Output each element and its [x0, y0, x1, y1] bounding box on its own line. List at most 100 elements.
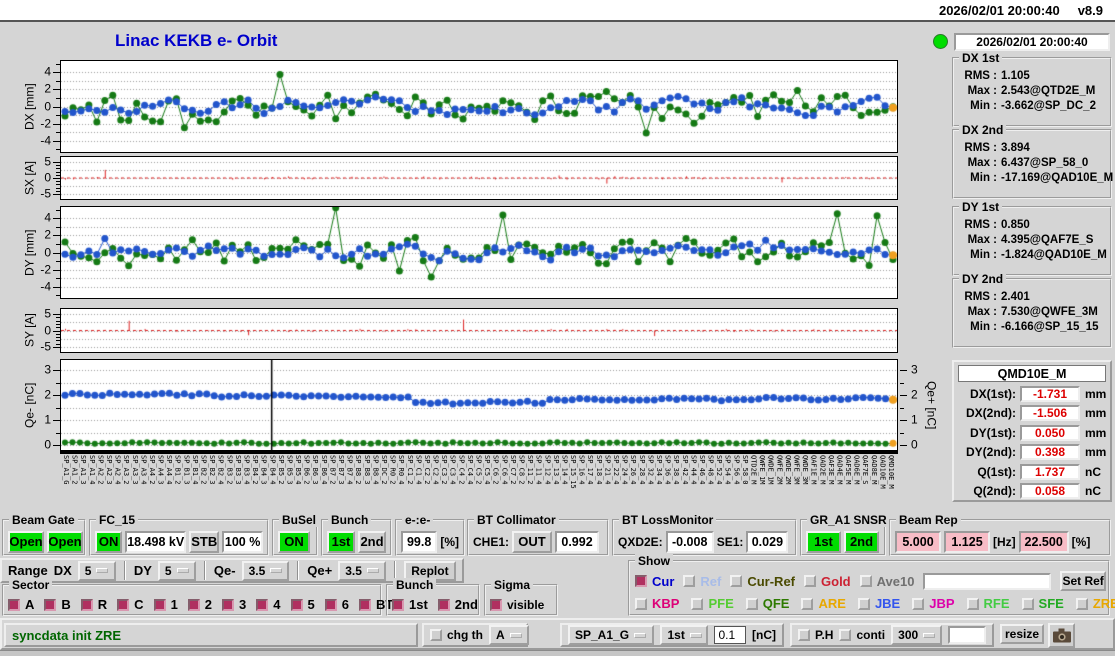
qe-y-axis: 3 2 1 0	[38, 360, 60, 452]
th-sector-select[interactable]: A	[489, 625, 529, 645]
sector-3-checkbox[interactable]: 3	[222, 597, 246, 612]
show-qfe-checkbox[interactable]: QFE	[745, 596, 789, 611]
show-gold-checkbox[interactable]: Gold	[804, 574, 851, 589]
sigma-visible-checkbox[interactable]: visible	[490, 598, 544, 612]
checkbox-conti	[839, 629, 852, 641]
range-dy-select[interactable]: 5	[157, 560, 196, 581]
stat-row-label: RMS :	[964, 142, 997, 154]
camera-snapshot-button[interactable]	[1048, 623, 1075, 648]
axis-tick-mark	[53, 286, 60, 288]
bunch-2nd-button[interactable]: 2nd	[358, 530, 386, 553]
show-ref-checkbox[interactable]: Ref	[683, 574, 721, 589]
show-jbe-checkbox[interactable]: JBE	[857, 596, 900, 611]
range-dx-select[interactable]: 5	[77, 560, 116, 581]
show-sfe-checkbox[interactable]: SFE	[1021, 596, 1064, 611]
1-label: 1	[170, 597, 178, 612]
checkbox-zre	[1075, 597, 1088, 610]
npoints-select[interactable]: 300	[891, 625, 943, 645]
beam-gate-open-button-2[interactable]: Open	[47, 530, 83, 553]
sector-a-checkbox[interactable]: A	[8, 597, 34, 612]
checkbox-kbp	[635, 597, 647, 610]
sector-6-checkbox[interactable]: 6	[324, 597, 349, 612]
range-qem-value: 3.5	[248, 563, 266, 578]
axis-tick-mark	[53, 445, 60, 447]
chg-th-checkbox[interactable]: chg th	[430, 628, 483, 642]
bpm-name-label: SP_B1_2	[173, 455, 182, 485]
snsr-2nd-button[interactable]: 2nd	[844, 530, 879, 553]
bpm-name-label: SP_B4_4	[268, 455, 277, 485]
bunch-view-1st-checkbox[interactable]: 1st	[392, 597, 428, 612]
axis-tick-label: 3	[44, 362, 51, 377]
checkbox-chg-th	[430, 629, 442, 641]
extra-input[interactable]	[948, 626, 986, 644]
bpm-name-axis: SP_A1_G SP_A1_2 SP_A1_3 SP_A1_4 SP_A2_2 SP_A2…	[60, 451, 898, 513]
stat-box-dy-2nd: DY 2nd RMS : 2.401 Max : 7.530@QWFE_3M Min :-…	[952, 272, 1112, 348]
show-are-checkbox[interactable]: ARE	[801, 596, 846, 611]
show-jbp-checkbox[interactable]: JBP	[912, 596, 955, 611]
threshold-input[interactable]: 0.1	[714, 626, 746, 644]
show-pfe-checkbox[interactable]: PFE	[691, 596, 734, 611]
dx-orbit-plot[interactable]	[61, 61, 897, 152]
snsr-1st-button[interactable]: 1st	[806, 530, 841, 553]
che1-out-button[interactable]: OUT	[512, 530, 553, 553]
b-label: B	[61, 597, 71, 612]
2-label: 2	[204, 597, 213, 612]
axis-tick-mark	[900, 420, 907, 422]
stat-row: Min : -1.824@QAD10E_M	[959, 249, 1107, 261]
show-cur-ref-checkbox[interactable]: Cur-Ref	[730, 574, 795, 589]
show-kbp-checkbox[interactable]: KBP	[635, 596, 679, 611]
sector-4-checkbox[interactable]: 4	[256, 597, 281, 612]
axis-minor-tick-mark	[900, 432, 904, 434]
set-ref-button[interactable]: Set Ref	[1060, 571, 1106, 591]
charge-plot[interactable]	[61, 360, 897, 450]
device-select[interactable]: SP_A1_G	[568, 625, 655, 645]
bpm-name-label: SP_26_4	[629, 455, 638, 485]
range-qep-select[interactable]: 3.5	[338, 560, 386, 581]
beam-gate-open-button-1[interactable]: Open	[8, 530, 44, 553]
bpm-name-label: SP_34_4	[654, 455, 663, 485]
dy-orbit-plot[interactable]	[61, 207, 897, 298]
sector-b-checkbox[interactable]: B	[44, 597, 71, 612]
bpm-name-label: SP_46_4	[697, 455, 706, 485]
bpm-name-label: SP_15_15	[569, 455, 578, 489]
sx-steering-plot[interactable]	[61, 157, 897, 199]
busel-on-button[interactable]: ON	[278, 530, 310, 553]
sector-1-checkbox[interactable]: 1	[153, 597, 178, 612]
bunch-1st-button[interactable]: 1st	[327, 530, 355, 553]
show-rfe-checkbox[interactable]: RFE	[966, 596, 1010, 611]
range-qem-select[interactable]: 3.5	[241, 560, 290, 581]
ph-checkbox[interactable]: P.H	[798, 628, 833, 642]
busel-title: BuSel	[279, 513, 320, 527]
ref-file-input[interactable]	[923, 572, 1052, 590]
fc15-stb-button[interactable]: STB	[189, 530, 220, 553]
sector-c-checkbox[interactable]: C	[117, 597, 144, 612]
reading-value: -1.506	[1020, 405, 1080, 422]
sector-2-checkbox[interactable]: 2	[187, 597, 213, 612]
fc15-on-button[interactable]: ON	[95, 530, 123, 553]
selected-bpm-name: QMD10E_M	[958, 365, 1106, 382]
qe-axis-label: Qe- [nC]	[22, 382, 37, 428]
stat-row-label: Min :	[970, 249, 997, 261]
bpm-name-label: SP_A4_4	[165, 455, 174, 485]
ph-label: P.H	[815, 628, 834, 642]
checkbox-sfe	[1021, 597, 1034, 610]
dx-plot-frame	[60, 60, 898, 153]
bunch-select[interactable]: 1st	[660, 625, 709, 645]
resize-button[interactable]: resize	[1000, 624, 1044, 644]
bunch-value: 1st	[667, 628, 685, 642]
show-zre-checkbox[interactable]: ZRE	[1075, 596, 1115, 611]
sector-5-checkbox[interactable]: 5	[290, 597, 315, 612]
bunch-view-2nd-checkbox[interactable]: 2nd	[437, 597, 478, 612]
bpm-name-label: QAF7E_S	[861, 455, 870, 485]
sy-steering-plot[interactable]	[61, 309, 897, 352]
show-ave10-checkbox[interactable]: Ave10	[859, 574, 914, 589]
conti-checkbox[interactable]: conti	[839, 628, 885, 642]
bpm-name-label: SP_54_4	[723, 455, 732, 485]
axis-tick-mark	[900, 370, 907, 372]
rfe-label: RFE	[983, 596, 1010, 611]
show-cur-checkbox[interactable]: Cur	[635, 574, 674, 589]
sector-r-checkbox[interactable]: R	[80, 597, 107, 612]
stat-row-label: RMS :	[964, 219, 997, 231]
stat-row-value: 6.437@SP_58_0	[1001, 157, 1089, 169]
axis-tick-label: 0	[44, 322, 51, 337]
